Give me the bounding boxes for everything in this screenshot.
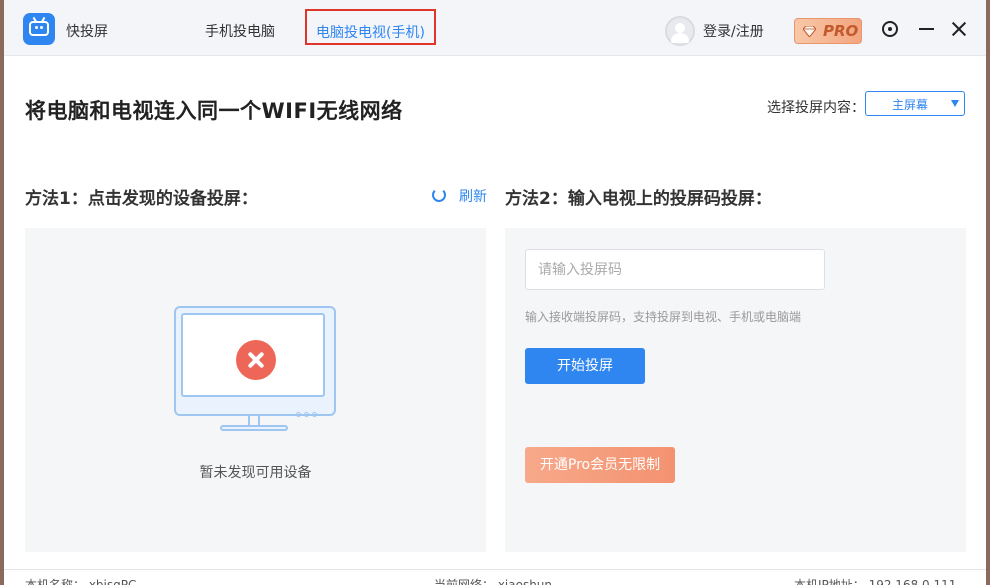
cast-content-select[interactable]: 主屏幕 (865, 91, 965, 116)
page-title: 将电脑和电视连入同一个WIFI无线网络 (25, 99, 403, 123)
no-device-text: 暂未发现可用设备 (199, 465, 312, 481)
settings-icon[interactable] (879, 18, 901, 40)
login-register-link[interactable]: 登录/注册 (703, 21, 764, 41)
method2-title: 方法2：输入电视上的投屏码投屏： (505, 189, 772, 209)
start-cast-button[interactable]: 开始投屏 (525, 348, 645, 384)
refresh-label: 刷新 (459, 189, 487, 205)
close-icon[interactable] (948, 18, 970, 40)
pro-label: PRO (823, 22, 859, 40)
tv-icon (23, 13, 55, 45)
cast-code-hint: 输入接收端投屏码，支持投屏到电视、手机或电脑端 (525, 310, 802, 324)
upgrade-pro-button[interactable]: 开通Pro会员无限制 (525, 447, 675, 483)
tab-pc-to-tv[interactable]: 电脑投电视(手机) (305, 9, 436, 45)
method1-title: 方法1：点击发现的设备投屏： (25, 189, 258, 209)
pro-badge[interactable]: PRO (794, 18, 862, 44)
current-network: 当前网络： xiaoshun (434, 578, 553, 585)
minimize-icon[interactable] (916, 18, 938, 40)
diamond-icon (803, 26, 816, 37)
cast-code-input[interactable] (525, 249, 825, 290)
error-x-icon (236, 340, 276, 380)
app-title: 快投屏 (66, 24, 108, 40)
caret-down-icon (951, 100, 959, 107)
app-window: 快投屏 手机投电脑 电脑投电视(手机) 登录/注册 PRO 将电脑和电视连入同一… (4, 0, 986, 585)
cast-content-value: 主屏幕 (892, 98, 929, 112)
device-list-panel: 暂未发现可用设备 (25, 228, 486, 552)
tab-phone-to-pc[interactable]: 手机投电脑 (205, 21, 275, 41)
cast-code-panel: 输入接收端投屏码，支持投屏到电视、手机或电脑端 开始投屏 开通Pro会员无限制 (505, 228, 966, 552)
title-bar: 快投屏 手机投电脑 电脑投电视(手机) 登录/注册 PRO (4, 0, 986, 56)
status-bar: 本机名称： xbjsgPC 当前网络： xiaoshun 本机IP地址： 192… (4, 569, 986, 585)
computer-name: 本机名称： xbjsgPC (25, 578, 137, 585)
avatar[interactable] (665, 16, 695, 46)
ip-address: 本机IP地址： 192.168.0.111 (794, 578, 957, 585)
refresh-icon (432, 188, 446, 202)
cast-content-label: 选择投屏内容： (767, 100, 865, 116)
